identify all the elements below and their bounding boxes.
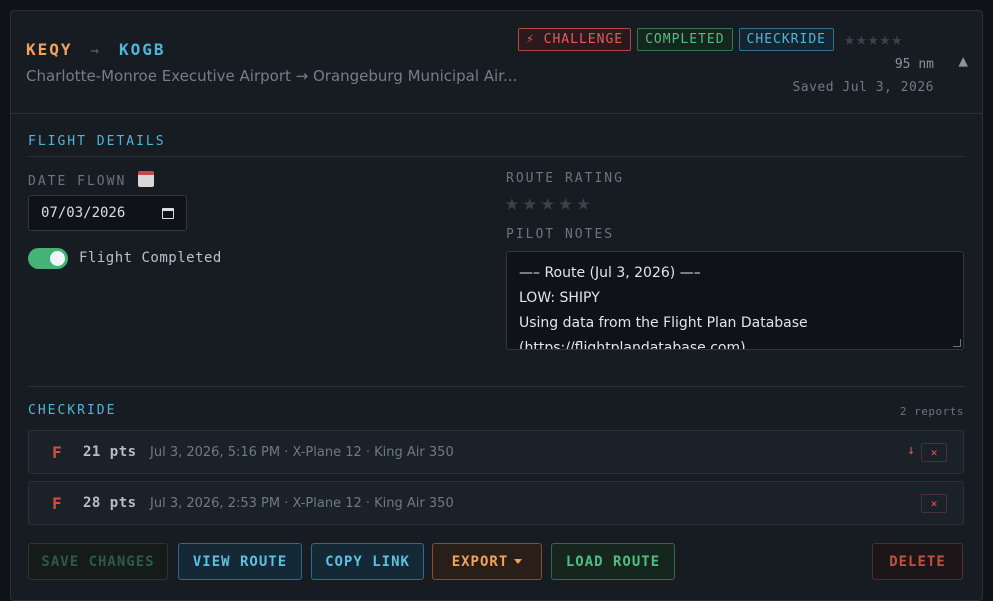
divider	[28, 156, 965, 157]
route-codes: KEQY → KOGB	[26, 40, 166, 59]
report-points: 21 pts	[83, 444, 137, 460]
route-arrow: →	[90, 43, 101, 59]
date-flown-input[interactable]: 07/03/2026	[28, 195, 187, 231]
close-icon[interactable]: ✕	[921, 494, 947, 513]
copy-link-button[interactable]: COPY LINK	[311, 543, 424, 580]
divider	[28, 386, 965, 387]
star-icon[interactable]: ★	[505, 191, 519, 215]
destination-code: KOGB	[118, 40, 166, 59]
star-icon: ★	[855, 28, 867, 50]
report-grade: F	[52, 443, 62, 462]
close-icon[interactable]: ✕	[921, 443, 947, 462]
star-icon[interactable]: ★	[559, 191, 573, 215]
star-icon: ★	[879, 28, 891, 50]
flight-card-header[interactable]: KEQY → KOGB Charlotte-Monroe Executive Air…	[11, 11, 982, 114]
notes-line: (https://flightplandatabase.com)	[519, 340, 746, 350]
route-airport-names: Charlotte-Monroe Executive Airport → Ora…	[26, 67, 518, 85]
export-label: EXPORT	[451, 553, 509, 570]
export-button[interactable]: EXPORT	[432, 543, 542, 580]
flight-details-title: FLIGHT DETAILS	[28, 134, 166, 149]
pilot-notes-label: PILOT NOTES	[506, 227, 615, 242]
report-points: 28 pts	[83, 495, 137, 511]
load-route-button[interactable]: LOAD ROUTE	[551, 543, 675, 580]
flight-completed-toggle[interactable]	[28, 248, 68, 269]
notes-line: Using data from the Flight Plan Database	[519, 315, 808, 331]
report-count: 2 reports	[899, 405, 964, 418]
resize-handle[interactable]	[953, 339, 961, 347]
chevron-up-icon[interactable]: ▲	[958, 51, 968, 70]
badge-group: ⚡ CHALLENGE COMPLETED CHECKRIDE ★ ★ ★ ★ …	[518, 28, 902, 51]
notes-line: LOW: SHIPY	[519, 290, 600, 306]
report-grade: F	[52, 494, 62, 513]
download-icon[interactable]: ↓	[907, 443, 915, 458]
report-meta: Jul 3, 2026, 2:53 PM · X-Plane 12 · King…	[150, 496, 454, 511]
star-icon[interactable]: ★	[523, 191, 537, 215]
save-changes-button[interactable]: SAVE CHANGES	[28, 543, 168, 580]
star-icon: ★	[844, 28, 855, 50]
star-icon[interactable]: ★	[541, 191, 555, 215]
checkride-badge: CHECKRIDE	[738, 28, 834, 51]
star-icon[interactable]: ★	[576, 191, 590, 215]
date-flown-value: 07/03/2026	[41, 205, 126, 221]
flight-card: KEQY → KOGB Charlotte-Monroe Executive Air…	[10, 10, 983, 601]
report-meta: Jul 3, 2026, 5:16 PM · X-Plane 12 · King…	[150, 445, 454, 460]
checkride-report-row[interactable]: F 21 pts Jul 3, 2026, 5:16 PM · X-Plane …	[28, 430, 964, 474]
delete-button[interactable]: DELETE	[872, 543, 963, 580]
caret-down-icon	[514, 559, 523, 564]
route-rating-label: ROUTE RATING	[506, 171, 624, 186]
origin-code: KEQY	[26, 40, 73, 59]
completed-badge: COMPLETED	[637, 28, 733, 51]
star-icon: ★	[867, 28, 879, 50]
checkride-title: CHECKRIDE	[28, 403, 117, 418]
saved-date: Saved Jul 3, 2026	[792, 80, 934, 95]
calendar-icon	[138, 171, 155, 187]
date-flown-label: DATE FLOWN	[28, 171, 155, 189]
header-star-rating: ★ ★ ★ ★ ★	[844, 28, 903, 50]
view-route-button[interactable]: VIEW ROUTE	[178, 543, 302, 580]
route-rating-stars[interactable]: ★ ★ ★ ★ ★	[505, 191, 590, 215]
challenge-badge: ⚡ CHALLENGE	[518, 28, 632, 51]
star-icon: ★	[891, 28, 903, 50]
calendar-picker-icon[interactable]	[162, 207, 174, 219]
route-distance: 95 nm	[894, 57, 934, 72]
pilot-notes-textarea[interactable]: —– Route (Jul 3, 2026) —– LOW: SHIPY Usi…	[506, 251, 964, 350]
toggle-knob	[50, 251, 65, 266]
notes-line: —– Route (Jul 3, 2026) —–	[519, 265, 701, 281]
flight-completed-label: Flight Completed	[79, 250, 222, 266]
checkride-report-row[interactable]: F 28 pts Jul 3, 2026, 2:53 PM · X-Plane …	[28, 481, 964, 525]
